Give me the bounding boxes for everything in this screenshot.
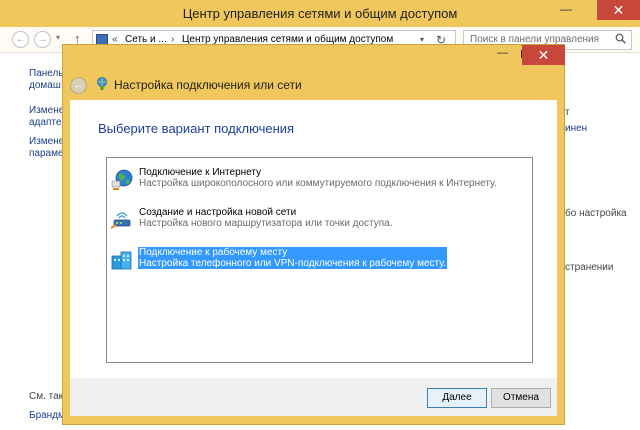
option-title: Создание и настройка новой сети bbox=[139, 207, 297, 218]
right-link-1[interactable]: инен bbox=[565, 123, 587, 134]
option-title: Подключение к рабочему месту bbox=[138, 247, 447, 258]
next-button[interactable]: Далее bbox=[427, 388, 487, 408]
sidebar-link-homegroup-line2[interactable]: домаш bbox=[29, 80, 61, 91]
recent-locations-dropdown[interactable]: ▾ bbox=[56, 33, 60, 42]
dialog-title: Настройка подключения или сети bbox=[114, 78, 302, 92]
address-dropdown-icon[interactable]: ▾ bbox=[420, 35, 424, 44]
dialog-content: Выберите вариант подключения Подключение… bbox=[70, 100, 557, 378]
main-window-title: Центр управления сетями и общим доступом bbox=[182, 6, 458, 21]
back-button[interactable]: ← bbox=[12, 31, 29, 48]
dialog-close-button[interactable]: ✕ bbox=[522, 45, 565, 65]
dialog-footer: Далее Отмена bbox=[70, 378, 557, 416]
right-text-3: странении bbox=[565, 262, 614, 273]
forward-button[interactable]: → bbox=[34, 31, 51, 48]
option-description: Настройка широкополосного или коммутируе… bbox=[139, 178, 497, 189]
dialog-back-button[interactable]: ← bbox=[70, 77, 87, 94]
search-icon[interactable] bbox=[615, 33, 626, 44]
connection-options-list: Подключение к Интернету Настройка широко… bbox=[106, 157, 533, 363]
main-titlebar: Центр управления сетями и общим доступом… bbox=[0, 0, 640, 27]
main-minimize-button[interactable]: — bbox=[553, 0, 579, 20]
cancel-button[interactable]: Отмена bbox=[491, 388, 551, 408]
right-text-1: т bbox=[565, 107, 570, 118]
globe-icon bbox=[111, 169, 133, 190]
option-description: Настройка телефонного или VPN-подключени… bbox=[138, 258, 447, 269]
see-also-label: См. так bbox=[29, 391, 64, 402]
network-setup-icon bbox=[97, 77, 107, 90]
option-workplace-connection[interactable]: Подключение к рабочему месту Настройка т… bbox=[107, 245, 532, 277]
option-title: Подключение к Интернету bbox=[139, 167, 262, 178]
workplace-icon bbox=[111, 251, 132, 270]
main-close-button[interactable]: ✕ bbox=[597, 0, 640, 20]
dialog-heading: Выберите вариант подключения bbox=[98, 121, 295, 136]
sidebar-link-sharing-settings[interactable]: Измене bbox=[29, 136, 64, 147]
sidebar-link-homegroup[interactable]: Панель bbox=[29, 68, 64, 79]
dialog-minimize-button[interactable]: — bbox=[497, 47, 508, 59]
setup-connection-dialog: — ✕ ← Настройка подключения или сети Выб… bbox=[62, 44, 565, 425]
option-new-network[interactable]: Создание и настройка новой сети Настройк… bbox=[107, 205, 532, 237]
right-text-2: бо настройка bbox=[565, 208, 627, 219]
option-description: Настройка нового маршрутизатора или точк… bbox=[139, 218, 393, 229]
option-internet-connection[interactable]: Подключение к Интернету Настройка широко… bbox=[107, 165, 532, 197]
router-icon bbox=[110, 212, 131, 229]
sidebar-link-adapter-settings[interactable]: Измене bbox=[29, 105, 64, 116]
